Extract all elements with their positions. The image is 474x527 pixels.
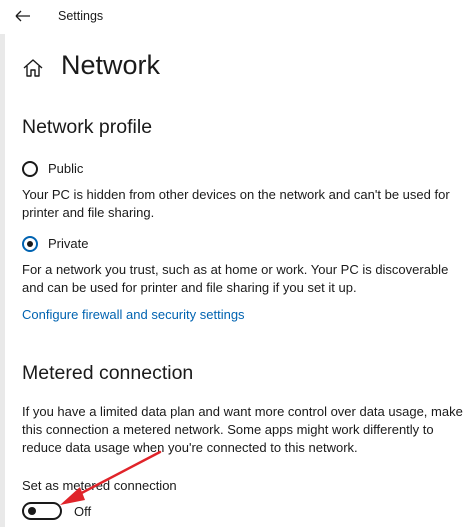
public-description: Your PC is hidden from other devices on … [22,187,450,220]
configure-firewall-link[interactable]: Configure firewall and security settings [22,307,245,322]
metered-toggle-label: Set as metered connection [22,478,177,493]
public-radio-label: Public [48,161,84,176]
home-icon[interactable] [22,57,44,79]
title-bar: Settings [0,0,474,34]
metered-connection-toggle[interactable] [22,502,62,520]
toggle-knob [28,507,36,515]
metered-description: If you have a limited data plan and want… [22,404,463,455]
window-title: Settings [58,9,104,23]
toggle-state-text: Off [74,504,92,519]
page-title: Network [61,50,161,80]
metered-connection-heading: Metered connection [22,362,194,384]
network-profile-heading: Network profile [22,116,153,138]
private-radio-button[interactable] [22,236,38,252]
back-arrow-icon[interactable] [10,6,36,26]
public-radio-button[interactable] [22,161,38,177]
private-description: For a network you trust, such as at home… [22,262,449,295]
window-edge [0,34,5,527]
private-radio-label: Private [48,236,89,251]
